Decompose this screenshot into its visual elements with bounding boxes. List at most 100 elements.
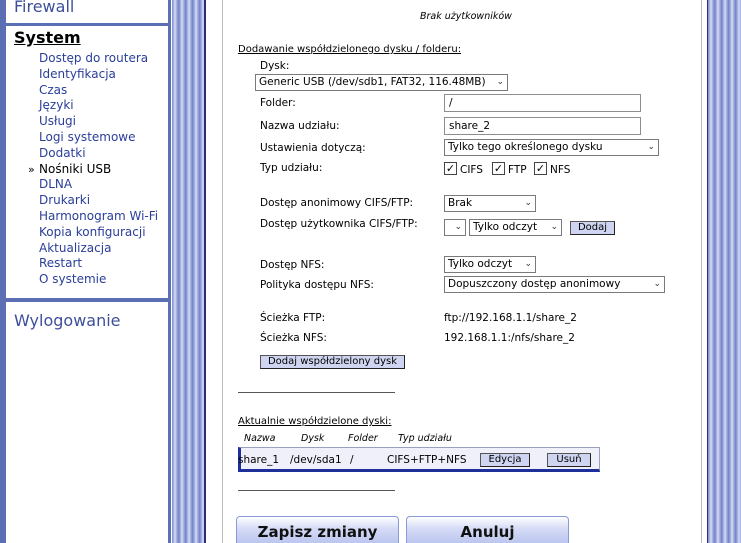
sidebar-item-label: Usługi — [39, 114, 77, 129]
sidebar-system-heading[interactable]: System — [14, 28, 81, 47]
sidebar-section-firewall: Firewall — [6, 0, 168, 23]
nfs-checkbox[interactable]: ✓ — [534, 162, 547, 175]
sidebar-item-label: DLNA — [39, 177, 73, 192]
content-panel: Brak użytkowników Dodawanie współdzielon… — [222, 0, 702, 543]
sidebar-section-logout: Wylogowanie — [6, 302, 168, 543]
sidebar-item[interactable]: Dodatki — [39, 146, 158, 162]
sidebar-item[interactable]: Dostęp do routera — [39, 51, 158, 67]
table-row: share_1 /dev/sda1 / CIFS+FTP+NFS Edycja … — [238, 447, 600, 472]
user-access-user-select[interactable]: ⌄ — [444, 219, 466, 236]
divider — [238, 490, 395, 491]
edit-share-button[interactable]: Edycja — [480, 453, 530, 467]
nfs-access-select[interactable]: Tylko odczyt ⌄ — [444, 256, 536, 273]
sidebar-item-label: Logi systemowe — [39, 129, 136, 144]
sidebar-menu: Dostęp do routera Identyfikacja Czas Języki… — [28, 51, 158, 288]
settings-label: Ustawienia dotyczą: — [260, 142, 366, 154]
nfs-policy-select[interactable]: Dopuszczony dostęp anonimowy ⌄ — [444, 276, 665, 293]
delete-share-button[interactable]: Usuń — [547, 453, 591, 467]
chevron-down-icon: ⌄ — [454, 222, 462, 232]
sidebar-item[interactable]: Identyfikacja — [39, 67, 158, 83]
sidebar-item[interactable]: Restart — [39, 256, 158, 272]
cifs-checkbox[interactable]: ✓ — [444, 162, 457, 175]
share-name-input[interactable]: share_2 — [444, 117, 641, 135]
decorative-stripe-right — [708, 0, 741, 543]
sidebar-firewall-link[interactable]: Firewall — [14, 0, 74, 16]
sidebar-section-system: System Dostęp do routera Identyfikacja Cza… — [6, 26, 168, 298]
user-access-mode-value: Tylko odczyt — [473, 221, 538, 233]
share-name-label: Nazwa udziału: — [260, 120, 340, 132]
settings-select[interactable]: Tylko tego określonego dysku ⌄ — [444, 139, 659, 156]
folder-input[interactable]: / — [444, 94, 641, 112]
nfs-path-label: Ścieżka NFS: — [260, 332, 327, 344]
anon-access-select-value: Brak — [448, 197, 473, 209]
share-disk-cell: /dev/sda1 — [290, 454, 342, 466]
cancel-button[interactable]: Anuluj — [406, 516, 569, 543]
sidebar-item[interactable]: Drukarki — [39, 193, 158, 209]
sidebar-item[interactable]: Czas — [39, 83, 158, 99]
column-header-type: Typ udziału — [398, 433, 452, 444]
no-users-text: Brak użytkowników — [420, 11, 512, 22]
sidebar-item[interactable]: Usługi — [39, 114, 158, 130]
sidebar-item[interactable]: Harmonogram Wi-Fi — [39, 209, 158, 225]
column-header-disk: Dysk — [301, 433, 325, 444]
nfs-path-value: 192.168.1.1:/nfs/share_2 — [444, 332, 575, 344]
anon-access-select[interactable]: Brak ⌄ — [444, 195, 536, 212]
sidebar-item-label: Aktualizacja — [39, 240, 112, 255]
cifs-label: CIFS — [460, 164, 483, 176]
ftp-path-label: Ścieżka FTP: — [260, 312, 326, 324]
logout-link[interactable]: Wylogowanie — [14, 311, 121, 330]
chevron-down-icon: ⌄ — [524, 198, 532, 208]
add-user-access-button[interactable]: Dodaj — [570, 221, 615, 235]
disk-select[interactable]: Generic USB (/dev/sdb1, FAT32, 116.48MB)… — [255, 74, 508, 91]
sidebar-item[interactable]: Kopia konfiguracji — [39, 225, 158, 241]
ftp-checkbox[interactable]: ✓ — [492, 162, 505, 175]
anon-access-label: Dostęp anonimowy CIFS/FTP: — [260, 197, 414, 209]
chevron-down-icon: ⌄ — [524, 259, 532, 269]
nfs-policy-label: Polityka dostępu NFS: — [260, 279, 374, 291]
nfs-access-select-value: Tylko odczyt — [448, 258, 513, 270]
sidebar-item[interactable]: Aktualizacja — [39, 241, 158, 257]
sidebar-item-label: Nośniki USB — [39, 161, 112, 176]
current-shares-title: Aktualnie współdzielone dyski: — [238, 416, 392, 427]
sidebar-item[interactable]: Języki — [39, 98, 158, 114]
sidebar-item-label: Kopia konfiguracji — [39, 224, 146, 239]
column-header-name: Nazwa — [244, 433, 276, 444]
sidebar-item[interactable]: » Nośniki USB — [28, 161, 158, 178]
chevron-down-icon: ⌄ — [653, 279, 661, 289]
nfs-label: NFS — [550, 164, 571, 176]
column-header-folder: Folder — [348, 433, 378, 444]
sidebar-item[interactable]: O systemie — [39, 272, 158, 288]
sidebar-item[interactable]: Logi systemowe — [39, 130, 158, 146]
active-marker-icon: » — [28, 162, 35, 176]
sidebar-item-label: O systemie — [39, 272, 107, 287]
add-shared-disk-button[interactable]: Dodaj współdzielony dysk — [260, 355, 405, 369]
share-type-label: Typ udziału: — [260, 162, 323, 174]
nfs-access-label: Dostęp NFS: — [260, 259, 325, 271]
chevron-down-icon: ⌄ — [550, 222, 558, 232]
ftp-label: FTP — [508, 164, 527, 176]
nfs-policy-select-value: Dopuszczony dostęp anonimowy — [448, 278, 621, 290]
share-folder-cell: / — [350, 454, 354, 466]
settings-select-value: Tylko tego określonego dysku — [448, 141, 603, 153]
ftp-path-value: ftp://192.168.1.1/share_2 — [444, 312, 577, 324]
sidebar: Firewall System Dostęp do routera Identyf… — [0, 0, 171, 543]
decorative-stripe-left — [172, 0, 204, 543]
chevron-down-icon: ⌄ — [647, 142, 655, 152]
disk-label: Dysk: — [260, 60, 290, 72]
user-access-mode-select[interactable]: Tylko odczyt ⌄ — [469, 219, 562, 236]
sidebar-item-label: Dostęp do routera — [39, 51, 149, 65]
save-changes-button[interactable]: Zapisz zmiany — [236, 516, 399, 543]
sidebar-item-label: Dodatki — [39, 145, 86, 160]
sidebar-item-label: Restart — [39, 256, 83, 271]
folder-input-value: / — [449, 97, 453, 109]
divider — [238, 392, 395, 393]
sidebar-item-label: Drukarki — [39, 193, 91, 208]
sidebar-item[interactable]: DLNA — [39, 177, 158, 193]
share-name-cell: share_1 — [238, 454, 280, 466]
sidebar-item-label: Identyfikacja — [39, 66, 116, 81]
main-area: Brak użytkowników Dodawanie współdzielon… — [206, 0, 707, 543]
folder-label: Folder: — [260, 97, 296, 109]
add-share-title: Dodawanie współdzielonego dysku / folder… — [238, 44, 462, 55]
share-type-cell: CIFS+FTP+NFS — [387, 454, 467, 466]
sidebar-item-label: Harmonogram Wi-Fi — [39, 208, 159, 223]
